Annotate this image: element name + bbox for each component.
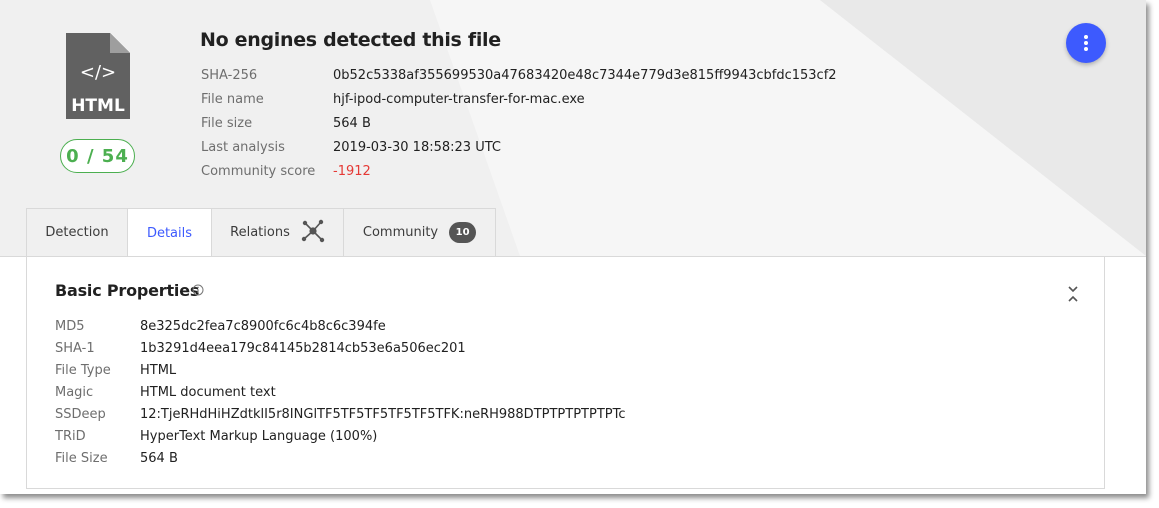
property-value: HyperText Markup Language (100%) [140, 429, 378, 444]
more-options-button[interactable] [1066, 23, 1106, 63]
tab-label: Details [146, 225, 193, 241]
sha256-value[interactable]: 0b52c5338af355699530a47683420e48c7344e77… [333, 67, 837, 85]
property-value: 564 B [140, 451, 178, 466]
info-label: File name [201, 92, 264, 107]
property-label: File Size [55, 451, 108, 466]
community-count-badge: 10 [449, 222, 477, 243]
property-label: File Type [55, 363, 111, 378]
property-value: HTML [140, 363, 177, 378]
info-label: File size [201, 116, 253, 131]
page-title: No engines detected this file [200, 29, 501, 51]
tab-label: Detection [45, 225, 109, 240]
property-label: SSDeep [55, 407, 106, 422]
tab-community[interactable]: Community 10 [343, 208, 496, 256]
more-vertical-icon [1084, 35, 1088, 51]
file-size-value: 564 B [333, 116, 371, 131]
file-report-window: </> HTML 0 / 54 No engines detected this… [0, 0, 1146, 494]
basic-properties-card: Basic Properties MD5 8e325dc2fea7c8900fc… [26, 257, 1105, 489]
file-icon-type-label: HTML [71, 96, 125, 116]
property-label: Magic [55, 385, 94, 400]
tab-label: Community [362, 225, 439, 240]
property-value: HTML document text [140, 385, 276, 400]
last-analysis-value: 2019-03-30 18:58:23 UTC [333, 140, 501, 155]
file-name-value: hjf-ipod-computer-transfer-for-mac.exe [333, 92, 585, 107]
file-icon-glyph: </> [80, 62, 116, 83]
collapse-icon[interactable] [1067, 285, 1079, 303]
tab-label: Relations [230, 225, 290, 240]
property-label: SHA-1 [55, 341, 95, 356]
tab-detection[interactable]: Detection [26, 208, 128, 256]
property-label: MD5 [55, 319, 85, 334]
graph-nodes-icon [301, 219, 325, 247]
report-tabs: Detection Details Relations Community 10 [26, 208, 496, 257]
section-title: Basic Properties [55, 281, 200, 300]
details-panel: Basic Properties MD5 8e325dc2fea7c8900fc… [0, 256, 1146, 494]
tab-relations[interactable]: Relations [211, 208, 344, 256]
community-score-value: -1912 [333, 164, 371, 179]
property-value: 8e325dc2fea7c8900fc6c4b8c6c394fe [140, 319, 386, 334]
property-value: 1b3291d4eea179c84145b2814cb53e6a506ec201 [140, 341, 466, 356]
info-label: Last analysis [201, 140, 285, 155]
info-label: SHA-256 [201, 68, 258, 83]
info-icon[interactable] [192, 284, 204, 296]
html-file-icon: </> HTML [66, 33, 130, 119]
detection-score-badge: 0 / 54 [60, 139, 135, 173]
info-label: Community score [201, 164, 316, 179]
property-label: TRiD [55, 429, 86, 444]
tab-details[interactable]: Details [127, 208, 212, 257]
property-value: 12:TjeRHdHiHZdtklI5r8INGlTF5TF5TF5TF5TF5… [140, 407, 626, 422]
